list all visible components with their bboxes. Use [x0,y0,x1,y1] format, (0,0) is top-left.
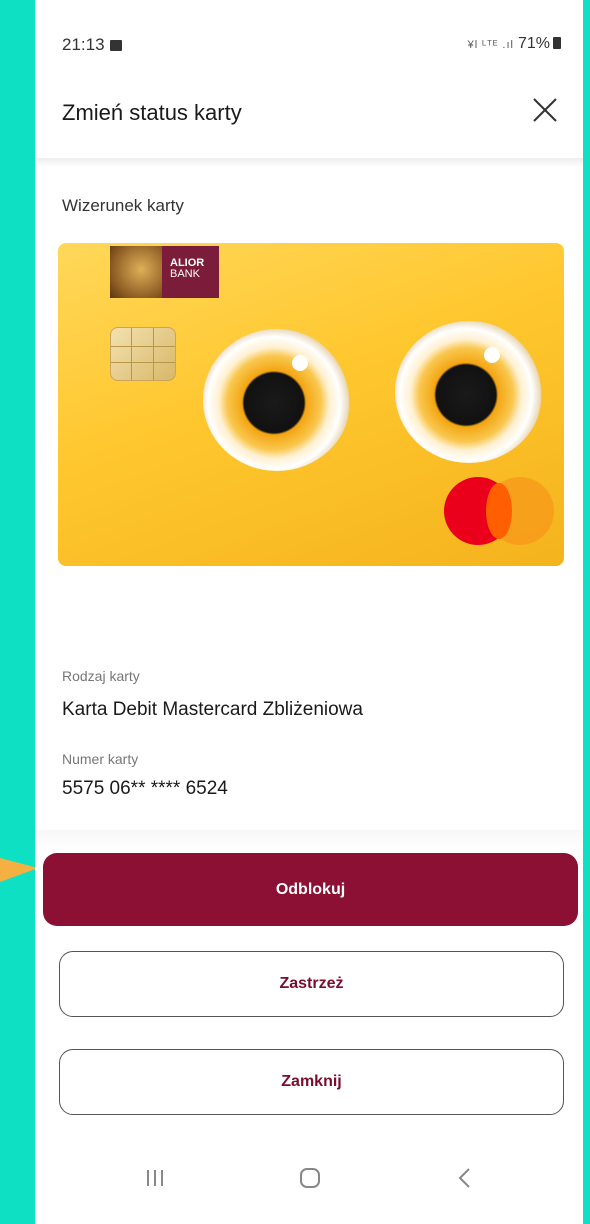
card-image-label: Wizerunek karty [62,196,184,215]
signal-icons: ¥l ᴸᵀᴱ .ıl [467,39,514,51]
card-type-value: Karta Debit Mastercard Zbliżeniowa [62,699,363,720]
right-eye-graphic [395,321,543,463]
chip-icon [110,327,176,381]
clock: 21:13 [62,35,105,54]
unblock-button[interactable]: Odblokuj [43,853,578,926]
recent-apps-icon[interactable] [143,1168,167,1188]
card-image: ALIOR BANK [58,243,564,566]
card-number-label: Numer karty [62,751,139,767]
home-icon[interactable] [299,1167,321,1189]
page-title: Zmień status karty [62,100,242,125]
dialog-header: Zmień status karty [35,78,583,158]
gallery-notification-icon [109,40,122,51]
card-type-label: Rodzaj karty [62,668,140,684]
content-fade [35,830,583,852]
close-button[interactable]: Zamknij [59,1049,564,1115]
reserve-button[interactable]: Zastrzeż [59,951,564,1017]
phone-screen: 21:13 ¥l ᴸᵀᴱ .ıl 71% Zmień status karty W… [35,0,583,1224]
left-eye-graphic [203,329,351,471]
header-divider [35,158,583,166]
system-icons: ¥l ᴸᵀᴱ .ıl 71% [468,35,561,53]
status-bar: 21:13 ¥l ᴸᵀᴱ .ıl 71% [35,0,583,90]
close-icon[interactable] [529,94,561,126]
navigation-bar [35,1140,583,1210]
card-number-value: 5575 06** **** 6524 [62,778,228,799]
back-icon[interactable] [457,1167,473,1189]
battery-icon [553,37,561,49]
battery-level: 71% [517,35,550,52]
mastercard-logo-icon [444,477,554,545]
logo-portrait-icon [110,246,162,298]
logo-text: ALIOR BANK [162,246,219,298]
alior-bank-logo: ALIOR BANK [110,246,219,298]
